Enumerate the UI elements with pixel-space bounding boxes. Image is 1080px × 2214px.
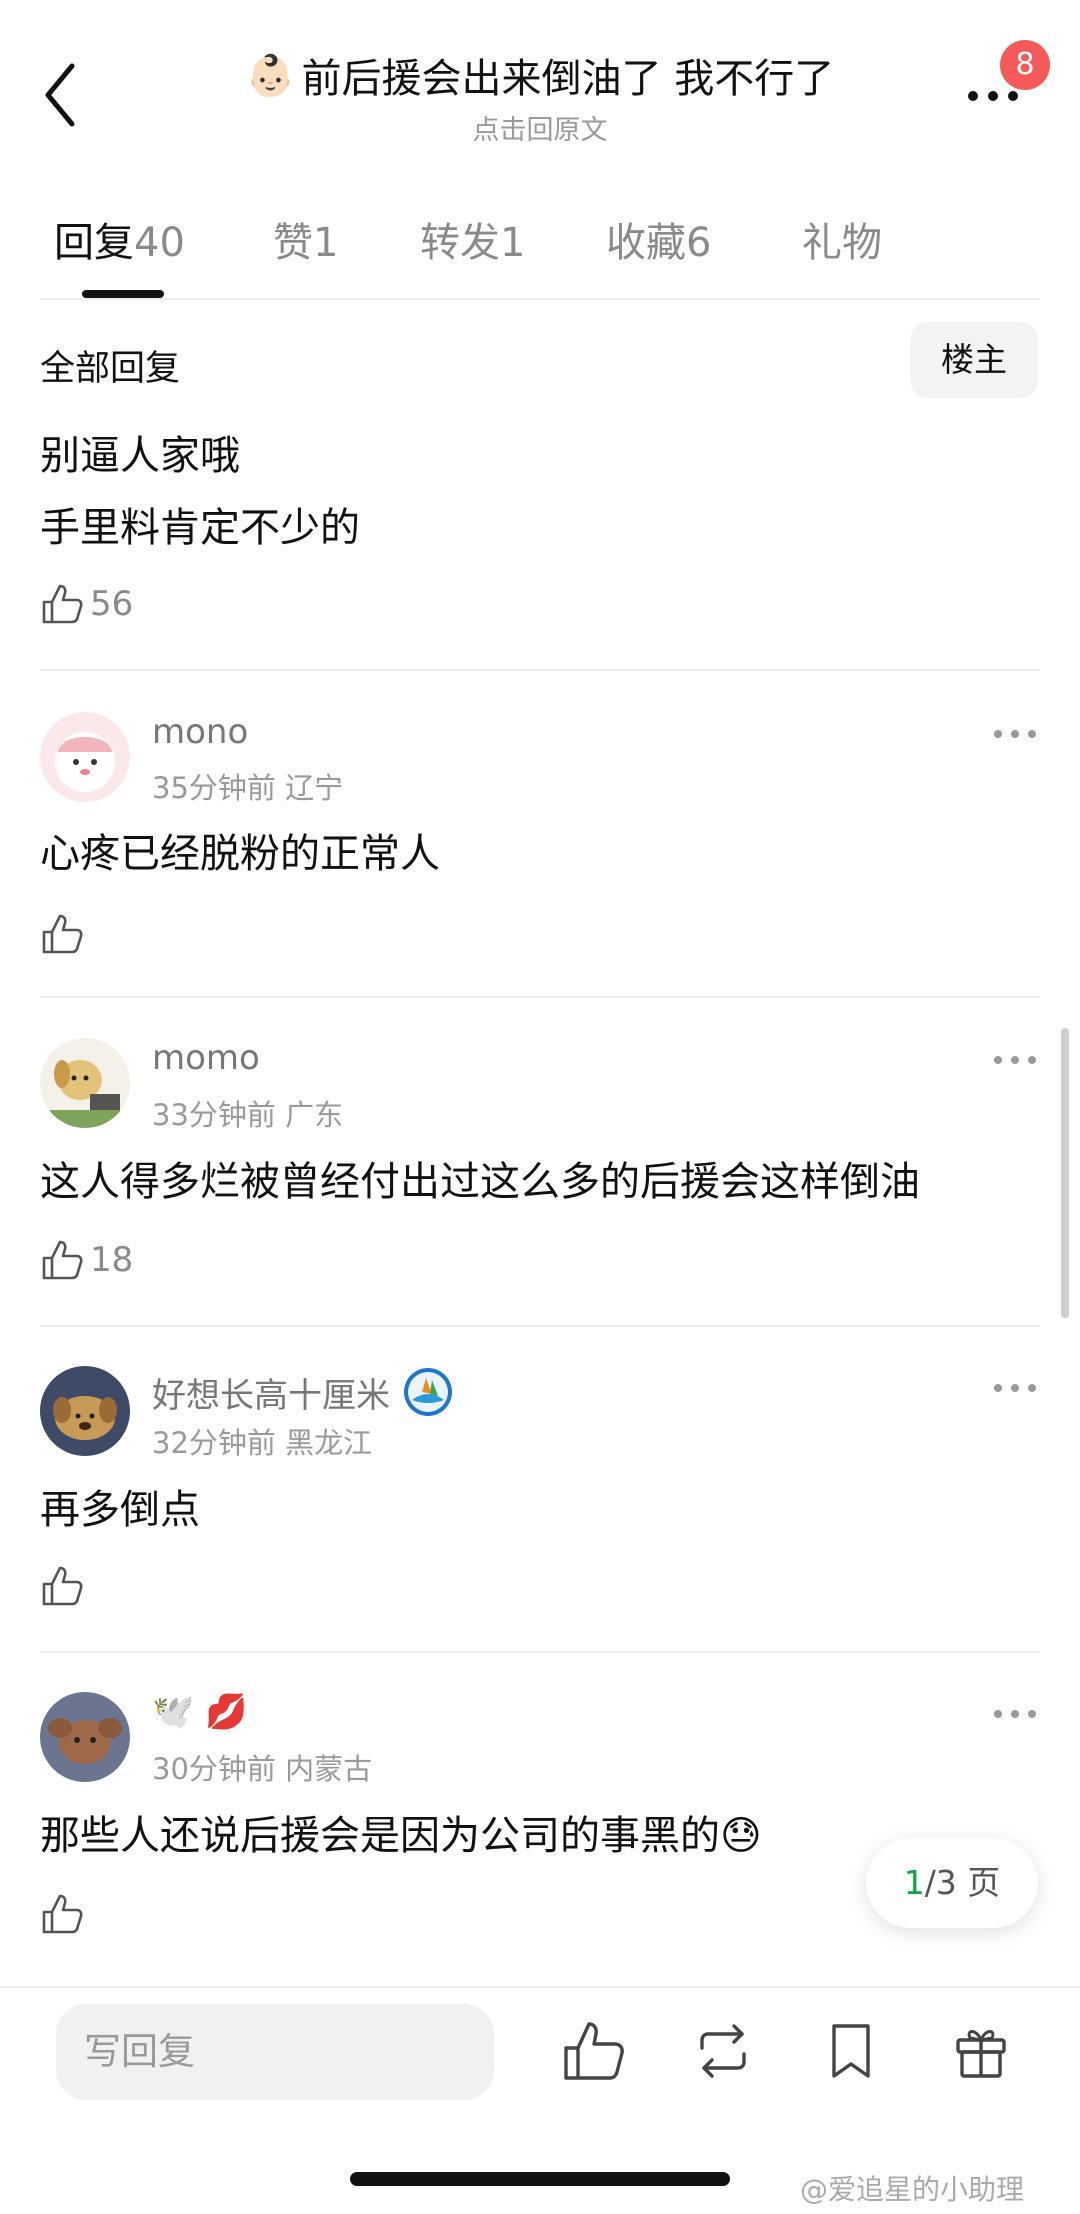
back-to-original-link[interactable]: 点击回原文 [140, 108, 940, 147]
notification-badge: 8 [1000, 40, 1050, 90]
username-text: mono [152, 712, 249, 752]
comment-time: 32分钟前 [152, 1426, 276, 1460]
bottom-bar-divider [0, 1986, 1080, 1988]
active-tab-indicator [82, 290, 164, 298]
comment-location: 辽宁 [285, 771, 344, 805]
post-title-text: 前后援会出来倒油了 我不行了 [301, 56, 835, 102]
avatar-image [40, 1038, 130, 1128]
comment-meta: 32分钟前 黑龙江 [152, 1420, 372, 1462]
comment-text: 那些人还说后援会是因为公司的事黑的😓 [40, 1813, 762, 1859]
like-count: 18 [90, 1240, 134, 1280]
comment-more-icon[interactable] [990, 1050, 1040, 1070]
thumbs-up-icon [42, 1240, 83, 1280]
tab-label: 礼物 [802, 220, 882, 266]
back-arrow-icon[interactable] [40, 60, 84, 130]
username[interactable]: 🕊️ 💋 [152, 1692, 247, 1732]
like-button[interactable] [40, 1564, 90, 1608]
comment-more-icon[interactable] [990, 724, 1040, 744]
gift-icon[interactable] [948, 2018, 1014, 2084]
divider [40, 996, 1040, 998]
thumbs-up-icon [42, 914, 83, 954]
comment-text: 这人得多烂被曾经付出过这么多的后援会这样倒油 [40, 1159, 920, 1205]
avatar[interactable] [40, 1038, 130, 1128]
bookmark-icon[interactable] [818, 2018, 884, 2084]
comment-location: 黑龙江 [285, 1426, 373, 1460]
total-pages: /3 页 [924, 1863, 1001, 1902]
tab-bar: 回复40 赞1 转发1 收藏6 礼物 [40, 210, 1040, 290]
scrollbar[interactable] [1061, 1028, 1069, 1318]
username-text: 🕊️ 💋 [152, 1692, 248, 1732]
tab-favorites[interactable]: 收藏6 [606, 210, 711, 268]
comment-time: 35分钟前 [152, 771, 276, 805]
repost-icon[interactable] [690, 2018, 756, 2084]
like-button[interactable] [40, 912, 90, 956]
comment-text: 再多倒点 [40, 1487, 200, 1533]
comment-meta: 33分钟前 广东 [152, 1092, 343, 1134]
like-button[interactable]: 18 [40, 1238, 133, 1282]
username[interactable]: mono [152, 712, 248, 752]
post-title-area[interactable]: 👶🏻 前后援会出来倒油了 我不行了 点击回原文 [140, 46, 940, 147]
username[interactable]: momo [152, 1038, 260, 1078]
avatar[interactable] [40, 1692, 130, 1782]
comment-time: 33分钟前 [152, 1098, 276, 1132]
current-page: 1 [903, 1863, 925, 1902]
avatar[interactable] [40, 1366, 130, 1456]
owner-only-button[interactable]: 楼主 [910, 322, 1038, 398]
tab-count: 6 [686, 220, 712, 266]
reply-input[interactable]: 写回复 [56, 2004, 494, 2100]
post-title: 👶🏻 前后援会出来倒油了 我不行了 [140, 46, 940, 104]
comment-text-line: 手里料肯定不少的 [40, 505, 360, 551]
like-button[interactable] [40, 1892, 90, 1936]
watermark: @爱追星的小助理 [800, 2168, 1024, 2208]
tab-count: 1 [500, 220, 526, 266]
watermark-text: @爱追星的小助理 [800, 2173, 1025, 2206]
thumbs-up-icon [42, 1566, 83, 1606]
tab-likes[interactable]: 赞1 [273, 210, 338, 268]
divider [40, 1325, 1040, 1327]
page-indicator[interactable]: 1/3 页 [866, 1838, 1038, 1928]
comment-time: 30分钟前 [152, 1752, 276, 1786]
avatar-image [40, 1366, 130, 1456]
like-button[interactable]: 56 [40, 582, 133, 626]
comment-location: 内蒙古 [285, 1752, 373, 1786]
comment-meta: 35分钟前 辽宁 [152, 765, 343, 807]
tab-label: 赞 [273, 220, 313, 266]
comment-location: 广东 [285, 1098, 344, 1132]
tab-label: 转发 [420, 220, 500, 266]
all-replies-label: 全部回复 [40, 349, 181, 389]
tab-reposts[interactable]: 转发1 [420, 210, 525, 268]
like-count: 56 [90, 584, 134, 624]
tab-label: 收藏 [606, 220, 686, 266]
user-badge-icon [404, 1368, 452, 1416]
tab-gifts[interactable]: 礼物 [802, 210, 882, 268]
comment-more-icon[interactable] [990, 1704, 1040, 1724]
comment-more-icon[interactable] [990, 1378, 1040, 1398]
like-post-icon[interactable] [560, 2018, 626, 2084]
tab-count: 1 [313, 220, 339, 266]
avatar[interactable] [40, 712, 130, 802]
avatar-image [40, 1692, 130, 1782]
avatar-image [40, 712, 130, 802]
baby-emoji: 👶🏻 [245, 52, 296, 99]
tab-count: 40 [134, 220, 185, 266]
comment-text: 心疼已经脱粉的正常人 [40, 831, 440, 877]
username[interactable]: 好想长高十厘米 [152, 1366, 454, 1418]
thumbs-up-icon [42, 1894, 83, 1934]
divider [40, 298, 1040, 300]
tab-replies[interactable]: 回复40 [54, 210, 185, 268]
comment-meta: 30分钟前 内蒙古 [152, 1746, 372, 1788]
thumbs-up-icon [42, 584, 83, 624]
username-text: 好想长高十厘米 [152, 1375, 390, 1416]
tab-label: 回复 [54, 220, 134, 266]
comment-text-line: 别逼人家哦 [40, 433, 240, 479]
username-text: momo [152, 1038, 260, 1078]
divider [40, 669, 1040, 671]
home-indicator[interactable] [350, 2172, 730, 2186]
divider [40, 1651, 1040, 1653]
